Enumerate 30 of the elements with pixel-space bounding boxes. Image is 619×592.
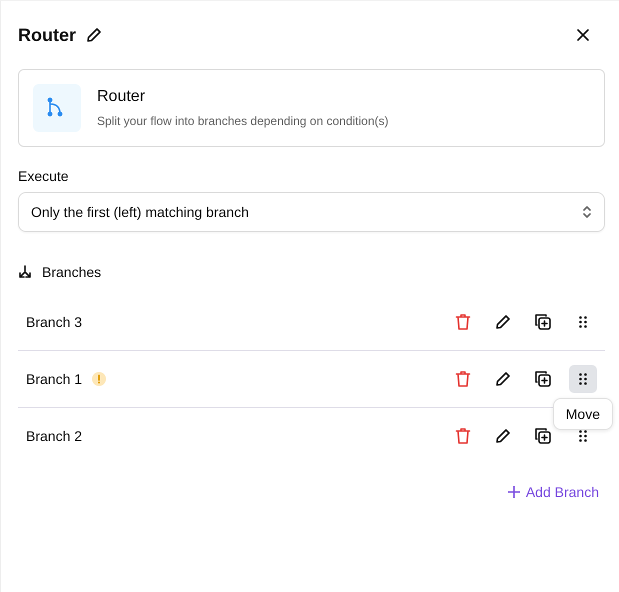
pencil-icon[interactable] bbox=[495, 314, 511, 330]
pencil-icon[interactable] bbox=[86, 27, 102, 43]
split-arrows-icon bbox=[18, 265, 34, 279]
branches-heading: Branches bbox=[42, 264, 102, 280]
plus-icon bbox=[508, 486, 520, 498]
branch-icon bbox=[33, 84, 81, 132]
pencil-icon[interactable] bbox=[495, 371, 511, 387]
add-branch-button[interactable]: Add Branch bbox=[504, 480, 603, 504]
grip-icon bbox=[579, 373, 587, 385]
branch-name[interactable]: Branch 1 bbox=[26, 371, 82, 387]
grip-icon bbox=[579, 430, 587, 442]
drag-handle-button[interactable] bbox=[569, 365, 597, 393]
move-tooltip: Move bbox=[552, 398, 613, 430]
trash-icon[interactable] bbox=[455, 313, 471, 331]
execute-label: Execute bbox=[18, 168, 70, 184]
card-description: Split your flow into branches depending on condition(s) bbox=[97, 114, 389, 128]
duplicate-icon[interactable] bbox=[534, 370, 552, 388]
branch-name[interactable]: Branch 3 bbox=[26, 314, 82, 330]
execute-select[interactable]: Only the first (left) matching branch bbox=[18, 192, 605, 232]
duplicate-icon[interactable] bbox=[534, 313, 552, 331]
chevron-icon bbox=[582, 206, 592, 218]
duplicate-icon[interactable] bbox=[534, 427, 552, 445]
pencil-icon[interactable] bbox=[495, 428, 511, 444]
branch-name[interactable]: Branch 2 bbox=[26, 428, 82, 444]
close-icon[interactable] bbox=[575, 27, 591, 43]
panel-title: Router bbox=[18, 24, 76, 46]
trash-icon[interactable] bbox=[455, 370, 471, 388]
card-title: Router bbox=[97, 88, 146, 106]
grip-icon bbox=[579, 316, 587, 328]
trash-icon[interactable] bbox=[455, 427, 471, 445]
